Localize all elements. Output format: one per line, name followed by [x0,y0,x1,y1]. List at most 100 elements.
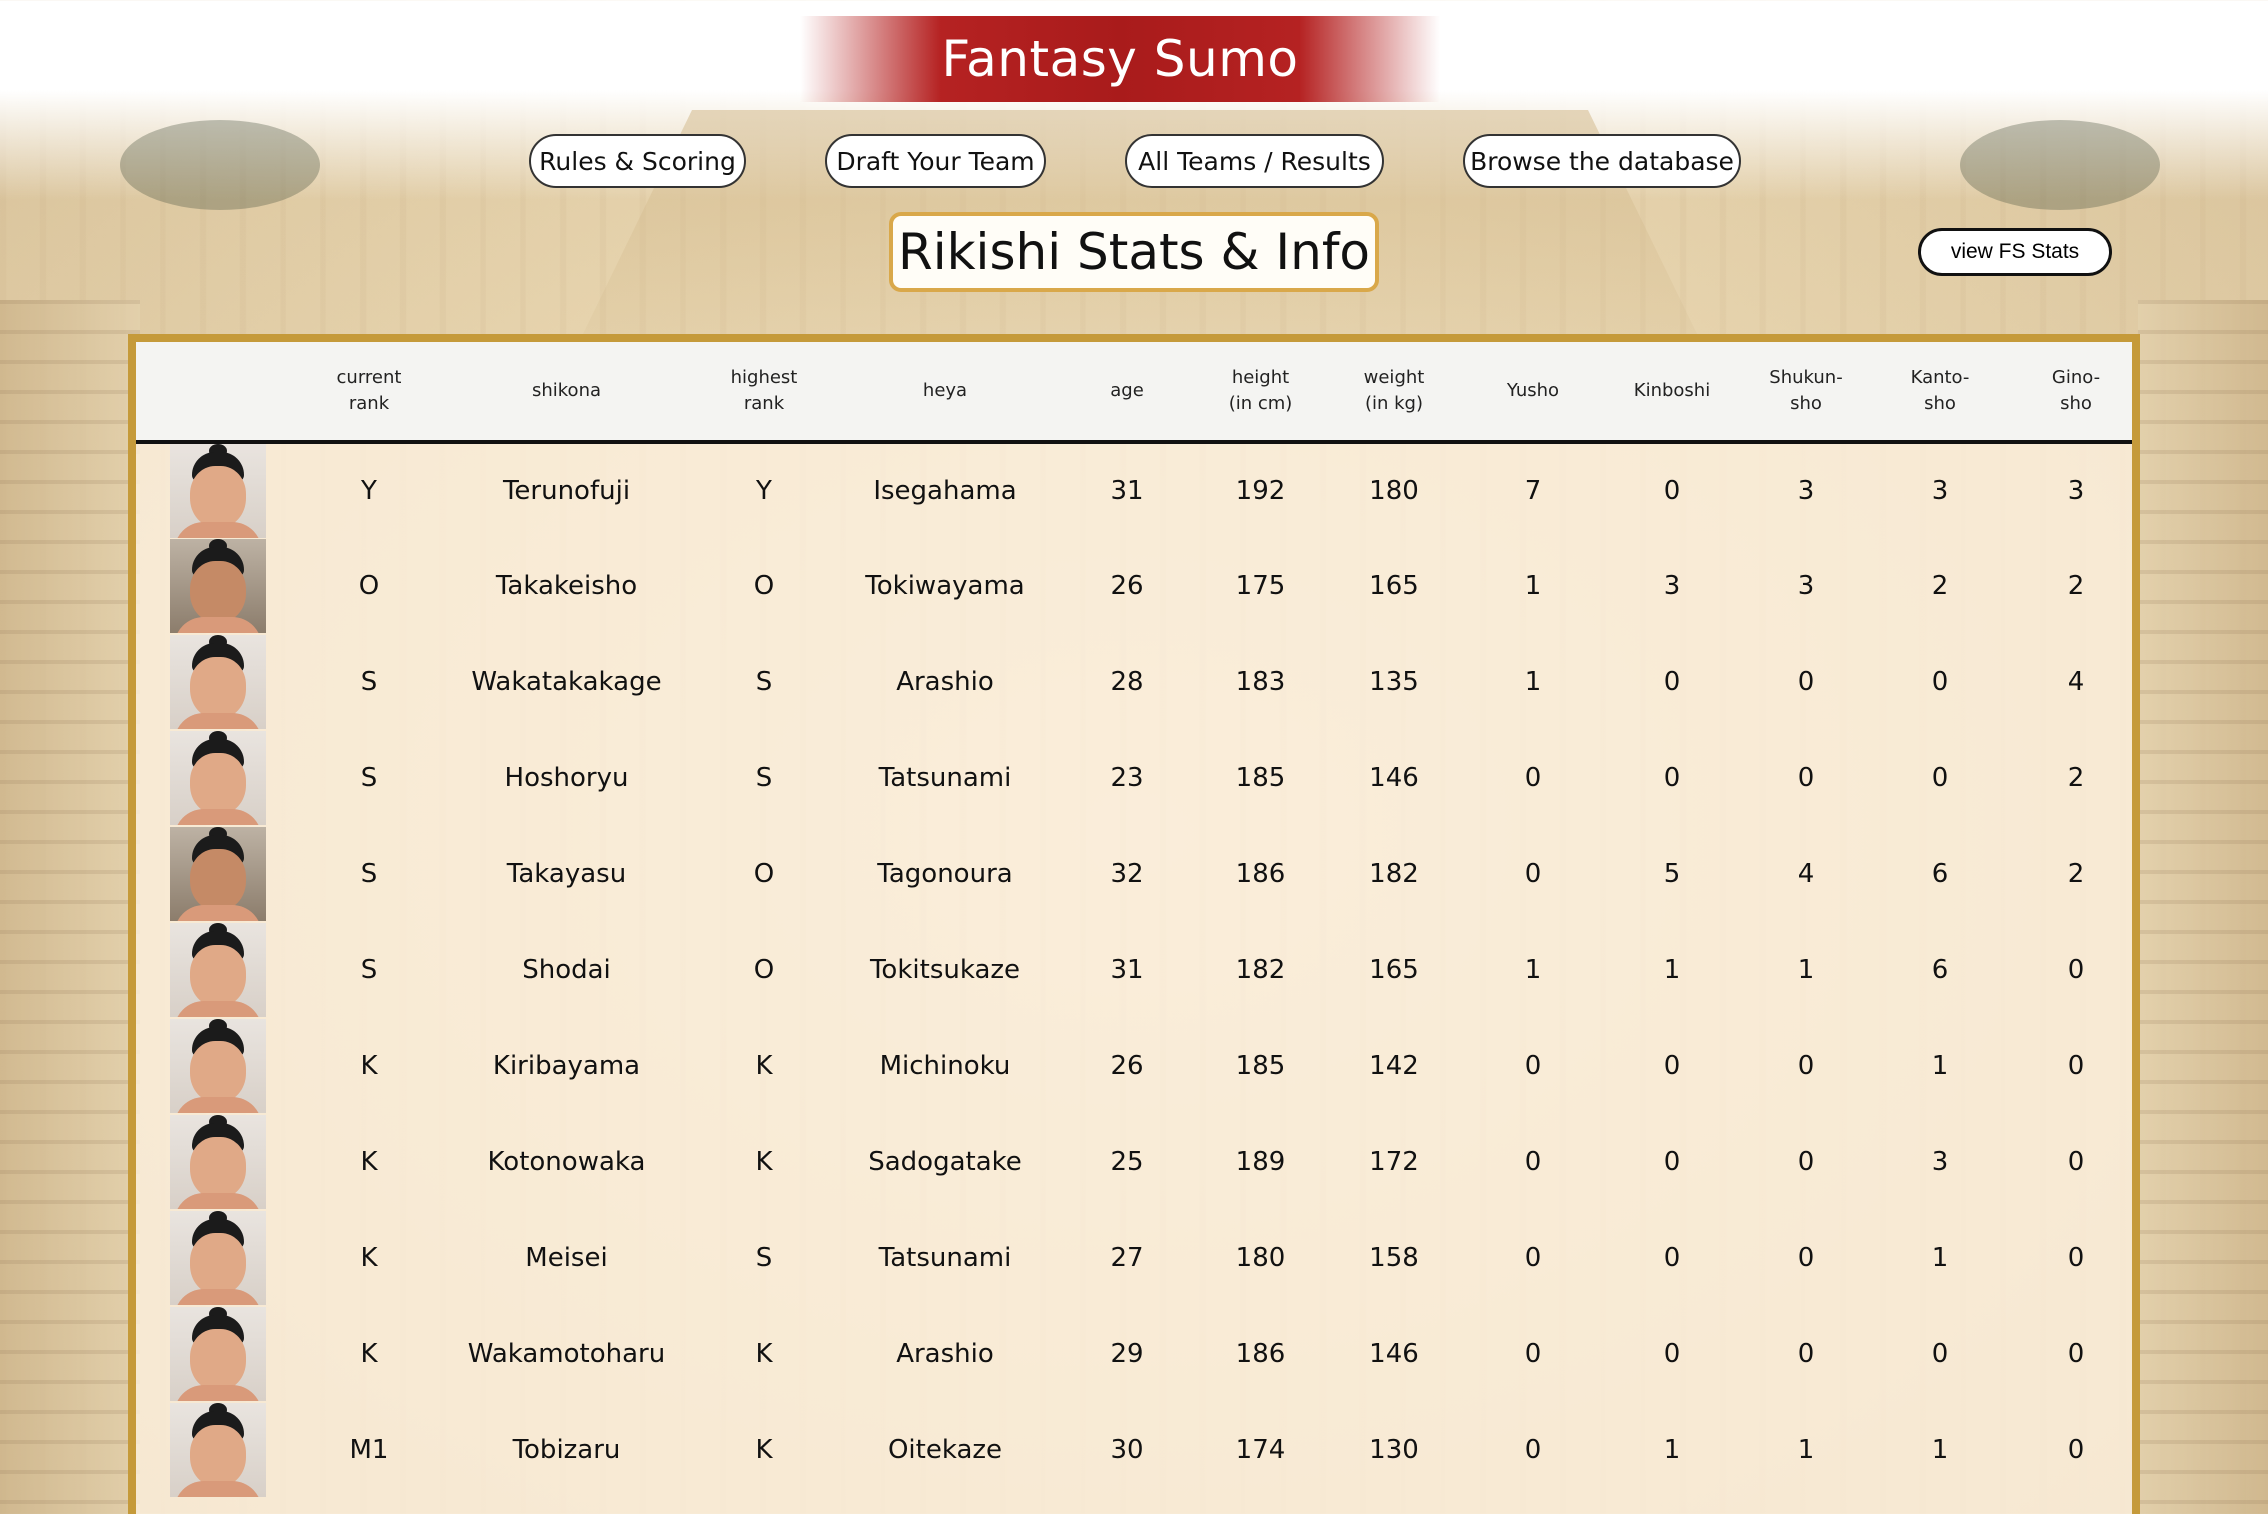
cell-shukunsho: 3 [1797,476,1815,506]
photo-body [174,905,262,921]
rikishi-photo[interactable] [170,1307,266,1401]
header-heya[interactable]: heya [843,342,1047,444]
header-yusho[interactable]: Yusho [1474,342,1592,444]
photo-face [190,1041,246,1103]
cell-heya: Oitekaze [887,1435,1003,1465]
view-fs-stats-button[interactable]: view FS Stats [1918,228,2112,276]
cell-shikona[interactable]: Takakeisho [448,538,685,634]
table-row[interactable]: M1 Tobizaru K Oitekaze 30 174 130 0 1 1 1 0 [136,1402,2132,1498]
table-row[interactable]: K Kotonowaka K Sadogatake 25 189 172 0 0 0 3 0 [136,1114,2132,1210]
cell-age: 28 [1110,667,1144,697]
cell-kinboshi: 0 [1663,476,1681,506]
nav-rules-scoring-button[interactable]: Rules & Scoring [529,134,746,188]
rikishi-photo[interactable] [170,539,266,633]
header-shikona[interactable]: shikona [448,342,685,444]
header-ginosho[interactable]: Gino-sho [2020,342,2132,444]
cell-weight: 135 [1369,667,1419,697]
header-current-rank[interactable]: current rank [290,342,448,444]
cell-shikona[interactable]: Meisei [448,1210,685,1306]
cell-heya: Sadogatake [868,1147,1022,1177]
cell-weight: 146 [1369,1339,1419,1369]
stats-table-frame: current rank shikona highest rank heya age… [128,334,2140,1514]
table-row[interactable]: S Shodai O Tokitsukaze 31 182 165 1 1 1 6 0 [136,922,2132,1018]
cell-ginosho: 2 [2067,571,2085,601]
header-shukunsho[interactable]: Shukun-sho [1752,342,1860,444]
cell-height: 174 [1235,1435,1286,1465]
background-tree-icon [1960,120,2160,210]
cell-highest-rank: K [755,1435,773,1465]
header-height[interactable]: height (in cm) [1207,342,1314,444]
cell-yusho: 0 [1524,763,1542,793]
table-row[interactable]: K Wakamotoharu K Arashio 29 186 146 0 0 0 0 0 [136,1306,2132,1402]
cell-height: 192 [1235,476,1286,506]
header-highest-rank[interactable]: highest rank [685,342,843,444]
photo-body [174,1481,262,1497]
cell-shikona[interactable]: Takayasu [448,826,685,922]
rikishi-photo[interactable] [170,1403,266,1497]
background-scenery-right [2138,300,2268,1514]
cell-shukunsho: 1 [1797,955,1815,985]
cell-weight: 142 [1369,1051,1419,1081]
cell-kantosho: 1 [1931,1243,1949,1273]
table-row[interactable]: S Wakatakakage S Arashio 28 183 135 1 0 0 0 4 [136,634,2132,730]
cell-shikona[interactable]: Tobizaru [448,1402,685,1498]
cell-shikona[interactable]: Wakatakakage [448,634,685,730]
cell-height: 186 [1235,859,1286,889]
cell-height: 186 [1235,1339,1286,1369]
page-title-box: Rikishi Stats & Info [889,212,1379,292]
cell-kinboshi: 0 [1663,1051,1681,1081]
header-age[interactable]: age [1047,342,1207,444]
photo-face [190,466,246,528]
rikishi-photo[interactable] [170,1115,266,1209]
table-row[interactable]: S Hoshoryu S Tatsunami 23 185 146 0 0 0 0 2 [136,730,2132,826]
cell-yusho: 1 [1524,955,1542,985]
photo-cell [136,634,290,730]
cell-highest-rank: O [753,955,775,985]
cell-age: 32 [1110,859,1144,889]
nav-draft-team-button[interactable]: Draft Your Team [825,134,1046,188]
cell-highest-rank: O [753,571,775,601]
rikishi-photo[interactable] [170,1019,266,1113]
cell-current-rank: K [360,1147,378,1177]
cell-shukunsho: 0 [1797,1051,1815,1081]
table-row[interactable]: O Takakeisho O Tokiwayama 26 175 165 1 3 3 2 2 [136,538,2132,634]
cell-current-rank: M1 [349,1435,389,1465]
nav-browse-database-button[interactable]: Browse the database [1463,134,1741,188]
page-title: Rikishi Stats & Info [897,223,1371,281]
photo-cell [136,442,290,538]
cell-current-rank: K [360,1243,378,1273]
cell-shikona[interactable]: Shodai [448,922,685,1018]
cell-shikona[interactable]: Terunofuji [448,442,685,538]
table-row[interactable]: K Kiribayama K Michinoku 26 185 142 0 0 0 1 0 [136,1018,2132,1114]
cell-ginosho: 0 [2067,1051,2085,1081]
rikishi-photo[interactable] [170,444,266,538]
cell-yusho: 0 [1524,859,1542,889]
cell-kinboshi: 1 [1663,1435,1681,1465]
table-row[interactable]: S Takayasu O Tagonoura 32 186 182 0 5 4 6 2 [136,826,2132,922]
header-kantosho[interactable]: Kanto-sho [1860,342,2020,444]
cell-weight: 172 [1369,1147,1419,1177]
cell-yusho: 0 [1524,1339,1542,1369]
cell-heya: Tatsunami [878,763,1012,793]
rikishi-photo[interactable] [170,1211,266,1305]
cell-heya: Tatsunami [878,1243,1012,1273]
header-weight[interactable]: weight (in kg) [1314,342,1474,444]
header-kinboshi[interactable]: Kinboshi [1592,342,1752,444]
rikishi-photo[interactable] [170,923,266,1017]
cell-highest-rank: S [755,1243,773,1273]
nav-all-teams-button[interactable]: All Teams / Results [1125,134,1384,188]
cell-highest-rank: S [755,763,773,793]
rikishi-photo[interactable] [170,827,266,921]
table-row[interactable]: K Meisei S Tatsunami 27 180 158 0 0 0 1 0 [136,1210,2132,1306]
cell-shikona[interactable]: Kotonowaka [448,1114,685,1210]
rikishi-photo[interactable] [170,731,266,825]
cell-shikona[interactable]: Wakamotoharu [448,1306,685,1402]
cell-shukunsho: 0 [1797,1243,1815,1273]
cell-shikona[interactable]: Kiribayama [448,1018,685,1114]
table-row[interactable]: Y Terunofuji Y Isegahama 31 192 180 7 0 3 3 3 [136,442,2132,538]
background-tree-icon [120,120,320,210]
photo-face [190,1329,246,1391]
rikishi-photo[interactable] [170,635,266,729]
cell-ginosho: 3 [2067,476,2085,506]
cell-shikona[interactable]: Hoshoryu [448,730,685,826]
